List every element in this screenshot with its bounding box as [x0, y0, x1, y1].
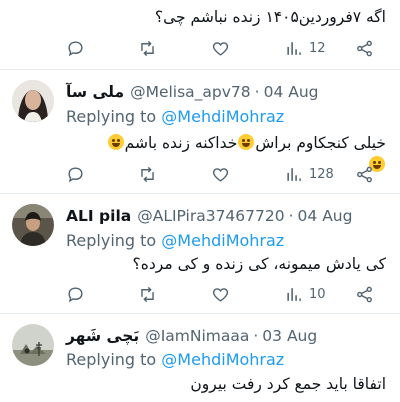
- reply-button[interactable]: [66, 36, 85, 60]
- tweet-3[interactable]: بَچی شَهر @IamNimaaa · 03 Aug Replying t…: [0, 314, 400, 402]
- views-button[interactable]: 12: [285, 36, 326, 60]
- reply-icon: [68, 166, 83, 182]
- tweet-text-part1: خیلی کنجکاوم براش: [255, 134, 386, 152]
- views-count: 12: [309, 40, 326, 56]
- laughing-face-emoji: [107, 134, 124, 150]
- hugging-face-emoji: [238, 134, 255, 150]
- views-button[interactable]: 10: [285, 282, 326, 306]
- separator: ·: [254, 83, 260, 101]
- retweet-icon: [141, 166, 154, 182]
- share-icon: [357, 166, 372, 182]
- tweet-text: اتفاقا باید جمع کرد رفت بیرون: [190, 375, 386, 393]
- author-name[interactable]: ALI pila: [66, 207, 131, 225]
- author-handle[interactable]: @Melisa_apv78: [130, 83, 251, 101]
- views-icon: [287, 287, 301, 301]
- views-count: 128: [309, 166, 334, 182]
- mention-link[interactable]: @MehdiMohraz: [161, 107, 284, 126]
- mention-link[interactable]: @MehdiMohraz: [161, 231, 284, 250]
- tweet-date[interactable]: 04 Aug: [264, 83, 319, 101]
- avatar[interactable]: [12, 204, 54, 246]
- like-button[interactable]: [211, 36, 230, 60]
- reply-icon: [68, 40, 83, 56]
- tweet-text: کی یادش میمونه، کی زنده و کی مرده؟: [132, 255, 386, 273]
- share-button[interactable]: [355, 282, 374, 306]
- separator: ·: [253, 327, 259, 345]
- tweet-2[interactable]: ALI pila @ALIPira37467720 · 04 Aug Reply…: [0, 194, 400, 312]
- author-name[interactable]: ملی سآ: [66, 83, 124, 101]
- replying-label: Replying to: [66, 107, 157, 126]
- views-icon: [287, 167, 301, 181]
- author-line: ملی سآ @Melisa_apv78 · 04 Aug: [66, 81, 319, 103]
- like-icon: [212, 41, 229, 56]
- retweet-icon: [141, 286, 154, 302]
- like-button[interactable]: [211, 282, 230, 306]
- avatar[interactable]: [12, 324, 54, 366]
- tweet-1[interactable]: ملی سآ @Melisa_apv78 · 04 Aug Replying t…: [0, 70, 400, 194]
- share-icon: [357, 286, 372, 302]
- tweet-date[interactable]: 03 Aug: [262, 327, 317, 345]
- tweet-0[interactable]: اگه ۷فروردین۱۴۰۵ زنده نباشم چی؟ 12: [0, 0, 400, 70]
- mention-link[interactable]: @MehdiMohraz: [161, 350, 284, 369]
- like-icon: [212, 167, 229, 182]
- like-icon: [212, 287, 229, 302]
- replying-to: Replying to @MehdiMohraz: [66, 231, 284, 250]
- tweet-text-part2: خداکنه زنده باشم: [124, 134, 238, 152]
- replying-label: Replying to: [66, 231, 157, 250]
- tweet-actions: 10: [0, 282, 400, 306]
- share-icon: [357, 40, 372, 56]
- views-count: 10: [309, 286, 326, 302]
- avatar[interactable]: [12, 80, 54, 122]
- share-button[interactable]: [355, 36, 374, 60]
- replying-label: Replying to: [66, 350, 157, 369]
- tweet-text: اگه ۷فروردین۱۴۰۵ زنده نباشم چی؟: [154, 8, 386, 26]
- retweet-button[interactable]: [138, 282, 157, 306]
- author-handle[interactable]: @ALIPira37467720: [137, 207, 284, 225]
- replying-to: Replying to @MehdiMohraz: [66, 350, 284, 369]
- retweet-icon: [141, 40, 154, 56]
- separator: ·: [288, 207, 294, 225]
- retweet-button[interactable]: [138, 36, 157, 60]
- author-line: بَچی شَهر @IamNimaaa · 03 Aug: [66, 325, 317, 347]
- reply-button[interactable]: [66, 282, 85, 306]
- reply-icon: [68, 286, 83, 302]
- like-button[interactable]: [211, 162, 230, 186]
- retweet-button[interactable]: [138, 162, 157, 186]
- replying-to: Replying to @MehdiMohraz: [66, 107, 284, 126]
- author-name[interactable]: بَچی شَهر: [66, 327, 139, 345]
- tweet-date[interactable]: 04 Aug: [298, 207, 353, 225]
- tweet-actions: 128: [0, 162, 400, 186]
- share-button[interactable]: [355, 162, 374, 186]
- views-button[interactable]: 128: [285, 162, 334, 186]
- reply-button[interactable]: [66, 162, 85, 186]
- author-handle[interactable]: @IamNimaaa: [145, 327, 249, 345]
- views-icon: [287, 41, 301, 55]
- tweet-actions: 12: [0, 36, 400, 60]
- author-line: ALI pila @ALIPira37467720 · 04 Aug: [66, 205, 352, 227]
